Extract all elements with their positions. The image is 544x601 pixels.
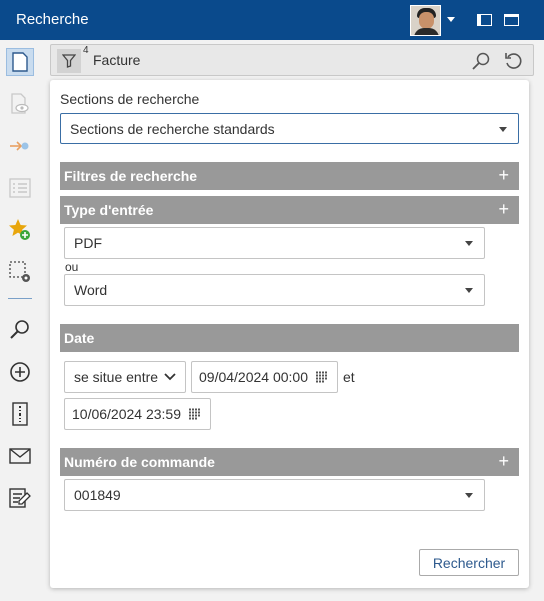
date-from-value: 09/04/2024 00:00 [199, 369, 308, 385]
restore-window-icon[interactable] [477, 14, 492, 26]
sidebar-item-search[interactable] [6, 316, 34, 344]
search-panel: Sections de recherche Sections de recher… [50, 80, 529, 588]
user-avatar[interactable] [410, 5, 441, 36]
selection-gear-icon [9, 261, 30, 282]
filter-button[interactable] [57, 49, 81, 73]
add-plus-icon[interactable]: + [498, 451, 509, 472]
mail-icon [9, 448, 31, 464]
search-section-dropdown[interactable]: Sections de recherche standards [60, 113, 519, 144]
window-title: Recherche [16, 11, 89, 28]
input-type-value-1: PDF [74, 235, 102, 251]
input-type-title: Type d'entrée [64, 202, 154, 218]
input-type-header[interactable]: Type d'entrée + [60, 196, 519, 224]
order-number-value: 001849 [74, 487, 121, 503]
plus-circle-icon [10, 362, 30, 382]
title-bar: Recherche [0, 0, 544, 40]
edit-form-icon [9, 488, 31, 508]
search-query-text[interactable]: Facture [93, 52, 140, 68]
calendar-icon[interactable] [316, 371, 327, 383]
order-number-dropdown[interactable]: 001849 [64, 479, 485, 511]
sidebar-item-list[interactable] [6, 174, 34, 202]
date-header[interactable]: Date [60, 324, 519, 352]
input-type-dropdown-2[interactable]: Word [64, 274, 485, 306]
chevron-down-icon [499, 126, 507, 132]
date-title: Date [64, 330, 95, 346]
maximize-window-icon[interactable] [504, 14, 519, 26]
search-section-value: Sections de recherche standards [70, 120, 275, 137]
date-to-input[interactable]: 10/06/2024 23:59 [64, 398, 211, 430]
chevron-down-icon [465, 288, 473, 293]
sidebar-item-edit[interactable] [6, 484, 34, 512]
search-section-label: Sections de recherche [60, 91, 200, 107]
date-from-input[interactable]: 09/04/2024 00:00 [191, 361, 338, 393]
sidebar-item-document[interactable] [6, 48, 34, 76]
link-arrow-icon [10, 141, 29, 151]
search-filters-title: Filtres de recherche [64, 168, 198, 184]
sidebar-item-add[interactable] [6, 358, 34, 386]
search-bar: 4 Facture [50, 44, 534, 76]
barcode-document-icon [12, 402, 28, 426]
filter-count-badge: 4 [83, 45, 89, 56]
sidebar [0, 40, 40, 601]
reset-refresh-icon[interactable] [503, 51, 523, 71]
sidebar-item-add-favorite[interactable] [6, 216, 34, 244]
chevron-down-icon [465, 241, 473, 246]
sidebar-divider [8, 298, 32, 299]
user-menu-chevron-down-icon[interactable] [447, 17, 455, 22]
sidebar-item-barcode[interactable] [6, 400, 34, 428]
date-to-value: 10/06/2024 23:59 [72, 406, 181, 422]
sidebar-item-mail[interactable] [6, 442, 34, 470]
and-label: et [343, 369, 355, 385]
document-icon [12, 52, 28, 72]
or-label: ou [65, 260, 79, 274]
order-number-header[interactable]: Numéro de commande + [60, 448, 519, 476]
search-icon [10, 320, 29, 339]
chevron-down-icon [465, 493, 473, 498]
sidebar-item-link[interactable] [6, 132, 34, 160]
date-operator-value: se situe entre [74, 369, 159, 385]
search-button[interactable]: Rechercher [419, 549, 519, 576]
sidebar-item-preview[interactable] [6, 90, 34, 118]
search-filters-header[interactable]: Filtres de recherche + [60, 162, 519, 190]
input-type-value-2: Word [74, 282, 108, 298]
filter-funnel-icon [62, 54, 76, 68]
expand-plus-icon[interactable]: + [498, 165, 509, 186]
order-number-title: Numéro de commande [64, 454, 215, 470]
document-preview-icon [11, 93, 29, 114]
calendar-icon[interactable] [189, 408, 200, 420]
star-add-icon [9, 219, 30, 240]
sidebar-item-selection-settings[interactable] [6, 258, 34, 286]
list-icon [9, 178, 31, 198]
input-type-dropdown-1[interactable]: PDF [64, 227, 485, 259]
chevron-down-icon [164, 373, 176, 381]
add-plus-icon[interactable]: + [498, 199, 509, 220]
search-icon[interactable] [471, 51, 491, 71]
date-operator-dropdown[interactable]: se situe entre [64, 361, 186, 393]
